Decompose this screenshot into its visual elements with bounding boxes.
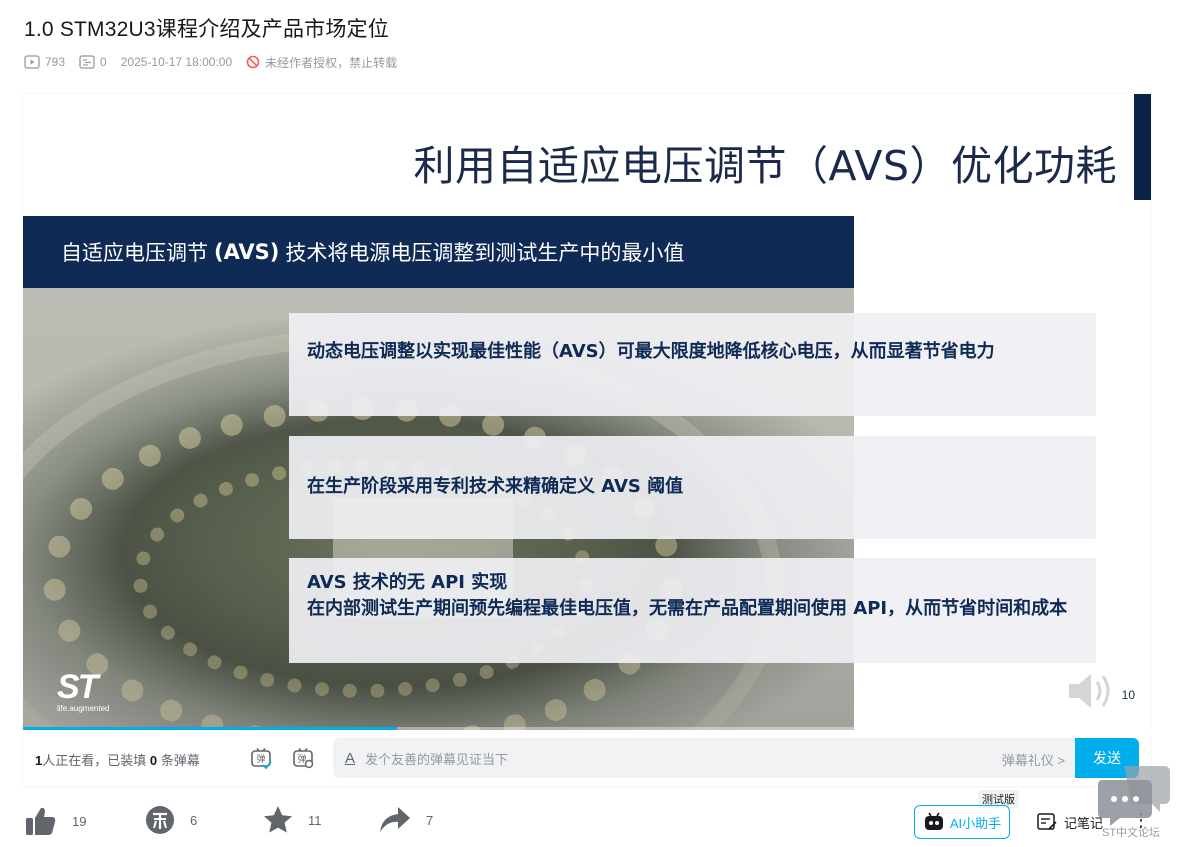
- coin-button[interactable]: 6: [144, 804, 197, 836]
- copyright-text: 未经作者授权，禁止转载: [265, 55, 398, 70]
- danmaku-toggle-icon[interactable]: 弹: [249, 746, 273, 770]
- ai-assistant-button[interactable]: AI小助手: [914, 805, 1010, 839]
- danmaku-loaded-count: 0: [149, 753, 158, 768]
- favorite-button[interactable]: 11: [262, 804, 322, 836]
- logo-tagline: life.augmented: [57, 704, 110, 713]
- favorite-count: 11: [308, 812, 322, 828]
- coin-icon: [146, 806, 174, 834]
- like-button[interactable]: 19: [24, 804, 86, 838]
- forum-label[interactable]: ST中文论坛: [1102, 824, 1160, 840]
- view-count-value: 793: [45, 55, 66, 69]
- view-count: 793: [24, 55, 65, 69]
- slide-page-number: 10: [1121, 688, 1135, 702]
- banner-text-bold: (AVS): [214, 240, 280, 264]
- danmaku-settings-icon[interactable]: 弹: [291, 746, 315, 770]
- notes-button[interactable]: 记笔记: [1036, 812, 1103, 832]
- robot-icon: [924, 812, 943, 830]
- notes-icon: [1037, 813, 1057, 830]
- thumbs-up-icon: [26, 807, 56, 835]
- video-actions: 19 6 11 7 测试版 AI小助手 记笔记 ⋮: [24, 790, 1154, 844]
- viewer-text-a: 人正在看，已装填: [42, 753, 150, 768]
- coin-count: 6: [190, 812, 198, 828]
- star-icon: [264, 806, 292, 833]
- svg-text:弹: 弹: [256, 753, 265, 765]
- danmaku-bar: 1人正在看，已装填 0 条弹幕 弹 弹 A 发个友善的弹幕见证当下 弹幕礼仪 >…: [23, 730, 1151, 786]
- viewer-status: 1人正在看，已装填 0 条弹幕: [35, 750, 200, 769]
- publish-time: 2025-10-17 18:00:00: [120, 55, 233, 69]
- share-count: 7: [426, 812, 434, 828]
- callout-no-api-heading: AVS 技术的无 API 实现: [307, 572, 508, 593]
- video-meta: 793 0 2025-10-17 18:00:00 未经作者授权，禁止转载: [24, 53, 411, 71]
- danmaku-etiquette-link[interactable]: 弹幕礼仪 >: [1002, 750, 1065, 769]
- danmaku-placeholder: 发个友善的弹幕见证当下: [365, 751, 509, 767]
- danmaku-count: 0: [79, 55, 107, 69]
- video-player[interactable]: 利用自适应电压调节（AVS）优化功耗 自适应电压调节 (AVS) 技术将电源电压…: [23, 94, 1151, 730]
- viewer-text-b: 条弹幕: [157, 753, 200, 768]
- callout-no-api-body: 在内部测试生产期间预先编程最佳电压值，无需在产品配置期间使用 API，从而节省时…: [307, 598, 1068, 619]
- danmaku-count-value: 0: [100, 55, 107, 69]
- callout-no-api: AVS 技术的无 API 实现 在内部测试生产期间预先编程最佳电压值，无需在产品…: [289, 558, 1096, 663]
- speaker-icon: [1069, 674, 1110, 708]
- callout-avs-threshold: 在生产阶段采用专利技术来精确定义 AVS 阈值: [289, 436, 1096, 539]
- like-count: 19: [72, 813, 87, 829]
- play-count-icon: [24, 55, 40, 69]
- slide-title: 利用自适应电压调节（AVS）优化功耗: [413, 142, 1117, 190]
- slide-banner: 自适应电压调节 (AVS) 技术将电源电压调整到测试生产中的最小值: [23, 216, 854, 288]
- banner-text-post: 技术将电源电压调整到测试生产中的最小值: [285, 241, 685, 265]
- text-style-icon[interactable]: A: [345, 750, 355, 767]
- callout-dynamic-voltage: 动态电压调整以实现最佳性能（AVS）可最大限度地降低核心电压，从而显著节省电力: [289, 313, 1096, 416]
- forbidden-icon: [246, 55, 260, 69]
- banner-text-pre: 自适应电压调节: [61, 241, 208, 265]
- share-button[interactable]: 7: [378, 804, 433, 836]
- share-arrow-icon: [380, 807, 410, 832]
- slide-accent-bar: [1134, 94, 1151, 200]
- copyright-notice: 未经作者授权，禁止转载: [246, 54, 397, 71]
- danmaku-count-icon: [79, 55, 95, 69]
- danmaku-input[interactable]: A 发个友善的弹幕见证当下 弹幕礼仪 >: [333, 738, 1075, 778]
- st-logo: ST life.augmented: [57, 668, 110, 713]
- ai-assistant-label: AI小助手: [949, 815, 1002, 831]
- video-title: 1.0 STM32U3课程介绍及产品市场定位: [24, 18, 389, 41]
